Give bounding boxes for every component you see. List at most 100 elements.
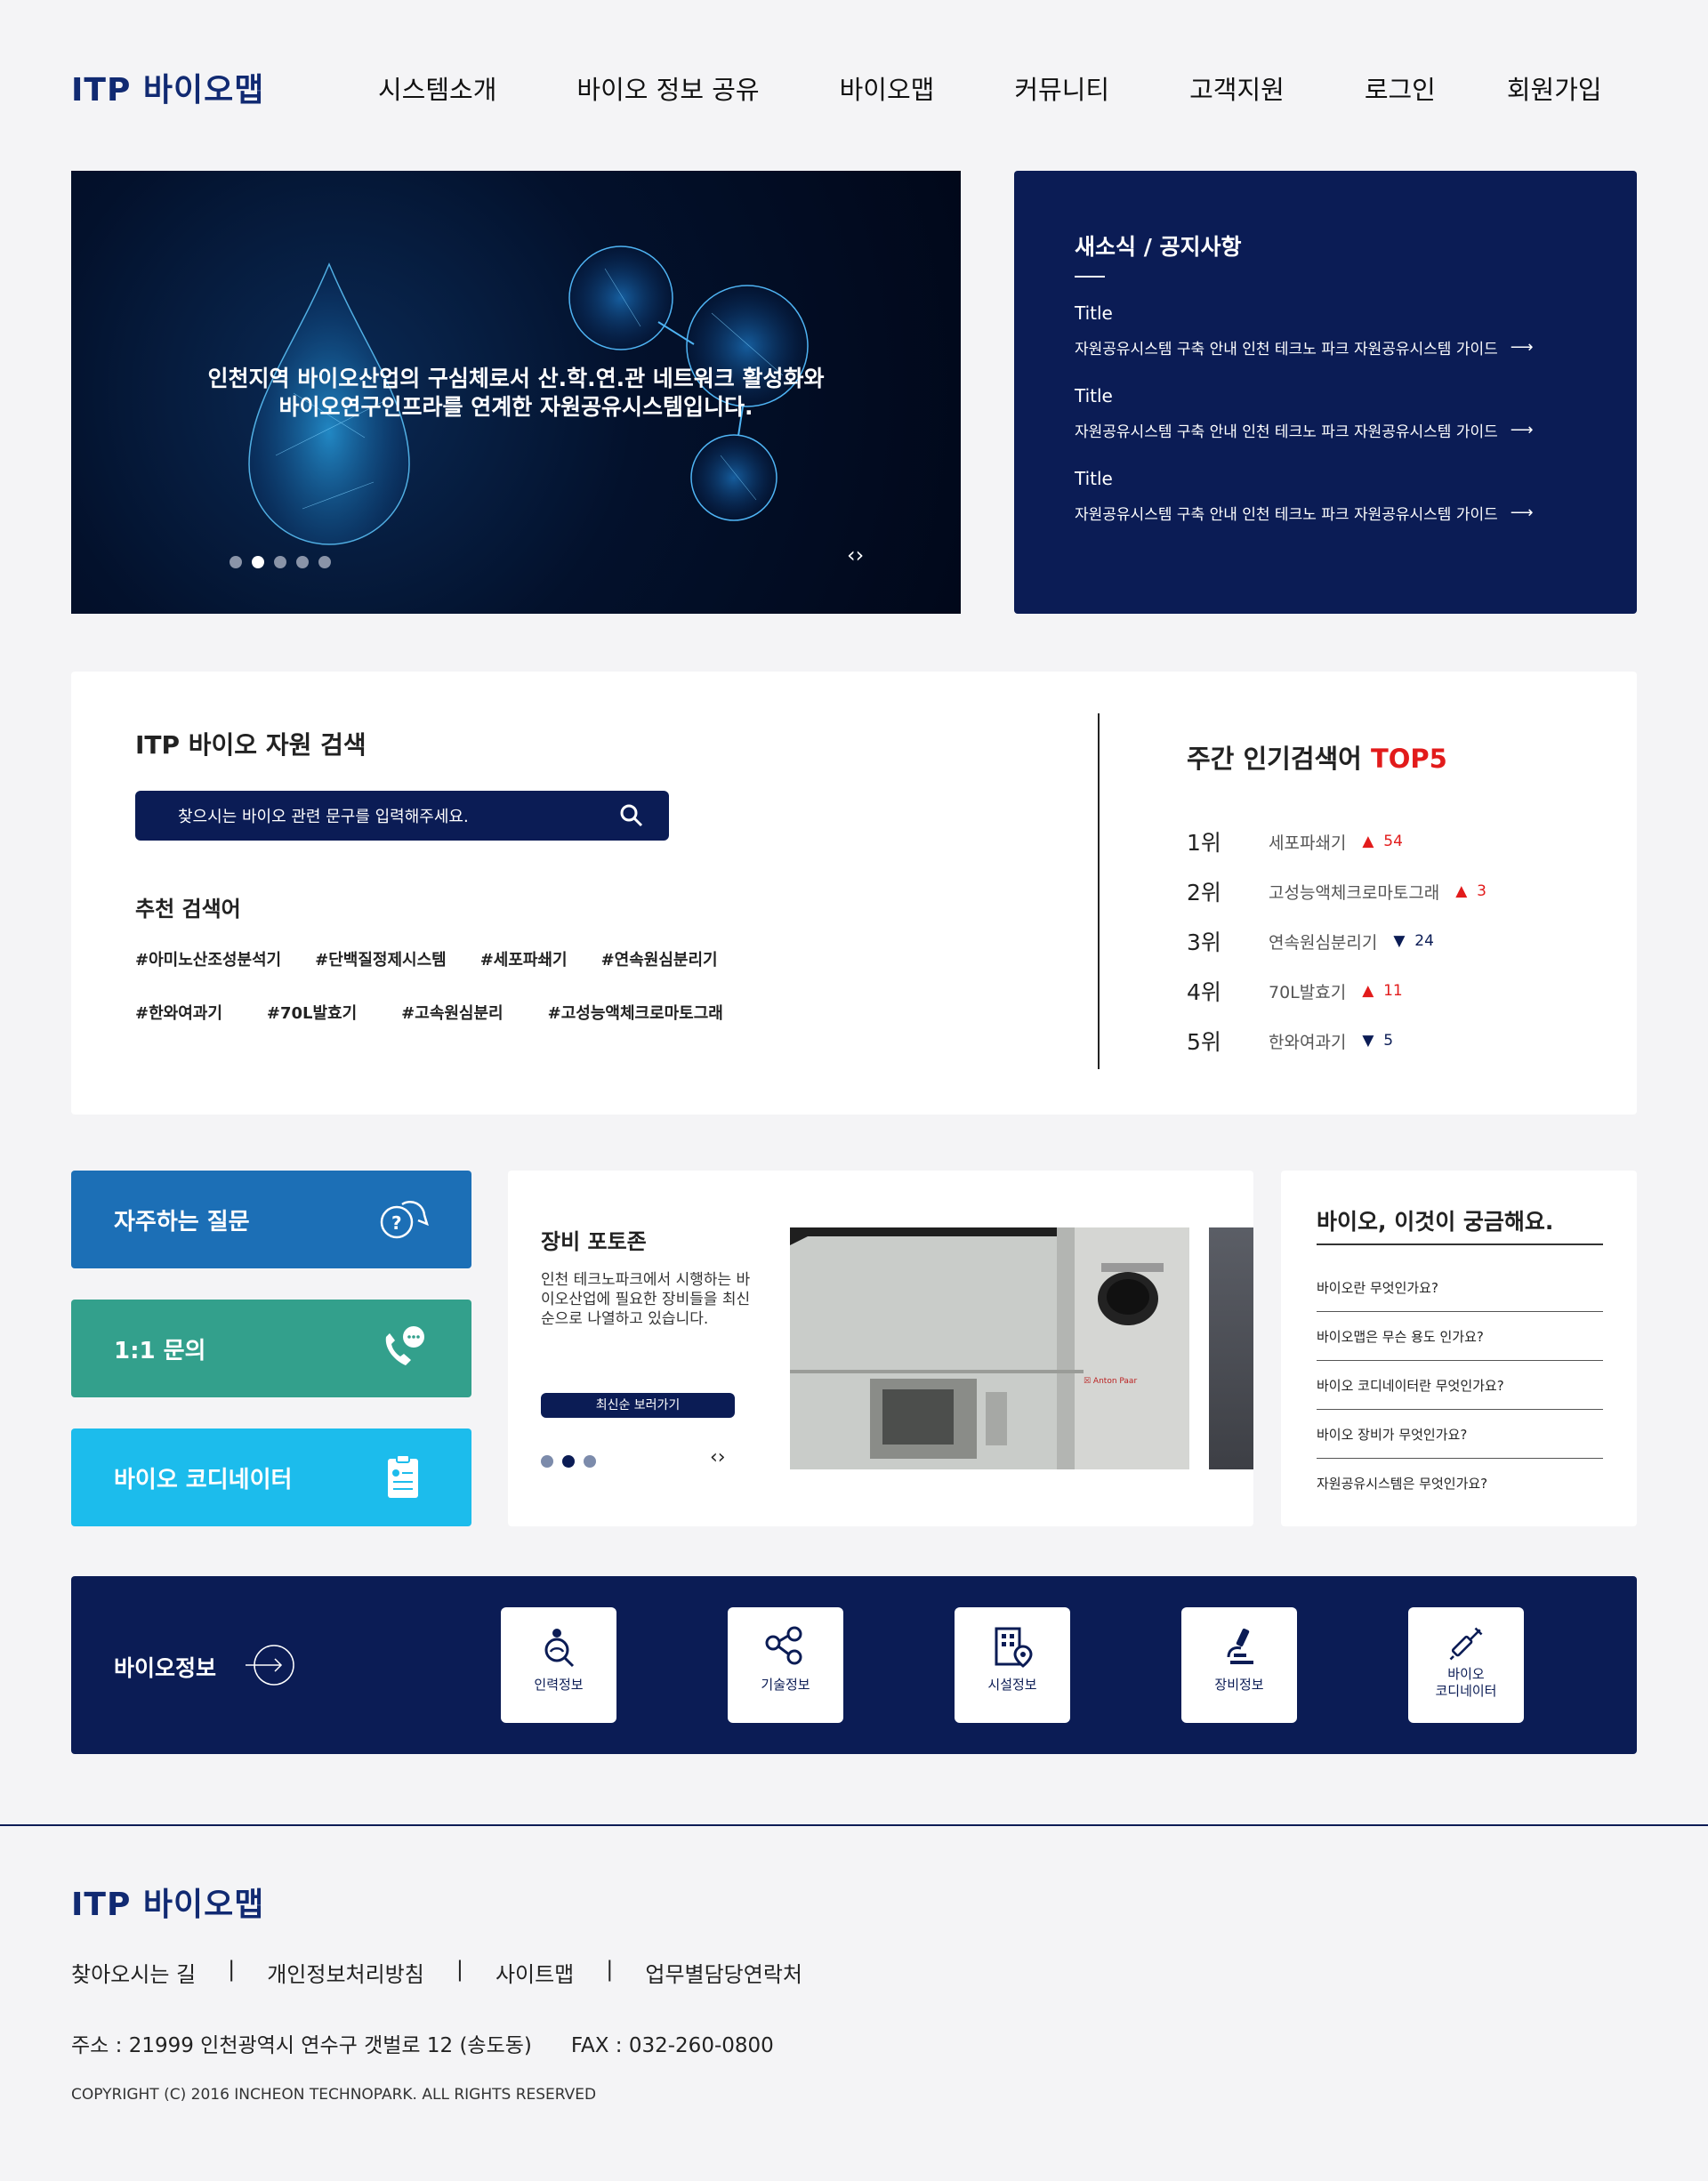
hero-dot-4[interactable] [296,556,309,568]
nav-community[interactable]: 커뮤니티 [1014,69,1109,107]
tag[interactable]: #70L발효기 [267,1001,357,1024]
nav-bio-info-share[interactable]: 바이오 정보 공유 [576,69,759,107]
building-location-icon [995,1627,1033,1668]
rank-word: 연속원심분리기 [1269,932,1378,953]
rank-word: 세포파쇄기 [1269,833,1347,853]
equipment-illustration: ☒ Anton Paar [790,1227,1189,1469]
rank-row[interactable]: 1위 세포파쇄기 ▲ 54 [1187,817,1486,866]
search-placeholder: 찾으시는 바이오 관련 문구를 입력해주세요. [178,808,469,826]
bio-info-label: 바이오정보 [114,1655,217,1681]
address-text: 주소 : 21999 인천광역시 연수구 갯벌로 12 (송도동) [71,2034,532,2057]
tile-personnel[interactable]: 인력정보 [501,1607,616,1723]
rank-change-value: 3 [1477,882,1486,900]
tile-coordinator[interactable]: 바이오 코디네이터 [1408,1607,1524,1723]
arrow-circle-icon[interactable] [246,1640,295,1690]
news-item[interactable]: Title 자원공유시스템 구축 안내 인천 테크노 파크 자원공유시스템 가이… [1075,468,1576,524]
equipment-photo[interactable]: ☒ Anton Paar [790,1227,1189,1469]
svg-text:☒ Anton Paar: ☒ Anton Paar [1084,1377,1137,1386]
equipment-prev-next-arrows[interactable]: ‹› [710,1446,726,1469]
footer-address: 주소 : 21999 인천광역시 연수구 갯벌로 12 (송도동) FAX : 0… [71,2028,774,2058]
news-title: 새소식 / 공지사항 [1075,234,1242,260]
bio-faq-list: 바이오란 무엇인가요? 바이오맵은 무슨 용도 인가요? 바이오 코디네이터란 … [1317,1263,1603,1507]
arrow-up-icon: ▲ [1362,982,1374,1000]
news-item[interactable]: Title 자원공유시스템 구축 안내 인천 테크노 파크 자원공유시스템 가이… [1075,385,1576,441]
tile-label: 인력정보 [534,1677,584,1693]
top5-title: 주간 인기검색어 TOP5 [1187,738,1447,776]
rank-number: 1위 [1187,830,1221,856]
footer-link-directions[interactable]: 찾아오시는 길 [71,1957,196,1988]
hero-dot-1[interactable] [230,556,242,568]
hero-dot-3[interactable] [274,556,286,568]
footer-link-contacts[interactable]: 업무별담당연락처 [645,1957,802,1988]
arrow-right-icon: ⟶ [1510,338,1534,357]
nav-support[interactable]: 고객지원 [1189,69,1285,107]
tile-technology[interactable]: 기술정보 [728,1607,843,1723]
equipment-dot-2[interactable] [562,1455,575,1468]
arrow-down-icon: ▼ [1362,1032,1374,1050]
svg-text:?: ? [391,1212,402,1234]
search-input[interactable]: 찾으시는 바이오 관련 문구를 입력해주세요. [135,791,669,841]
fax-text: FAX : 032-260-0800 [570,2034,774,2057]
tag[interactable]: #고성능액체크로마토그래 [548,1001,723,1024]
latest-button[interactable]: 최신순 보러가기 [541,1393,735,1418]
rank-number: 4위 [1187,979,1221,1005]
rank-word: 70L발효기 [1269,982,1347,1002]
equipment-dot-3[interactable] [584,1455,596,1468]
faq-button[interactable]: 자주하는 질문 ? [71,1171,471,1268]
rank-row[interactable]: 4위 70L발효기 ▲ 11 [1187,966,1486,1016]
rank-number: 5위 [1187,1029,1221,1055]
hero-dot-5[interactable] [318,556,331,568]
hero-line-2: 바이오연구인프라를 연계한 자원공유시스템입니다. [278,394,753,420]
coordinator-label: 바이오 코디네이터 [114,1466,293,1493]
tag[interactable]: #세포파쇄기 [480,947,568,970]
tag[interactable]: #연속원심분리기 [601,947,718,970]
bio-faq-item[interactable]: 바이오맵은 무슨 용도 인가요? [1317,1312,1603,1361]
tag[interactable]: #단백질정제시스템 [315,947,447,970]
nav-biomap[interactable]: 바이오맵 [840,69,935,107]
hero-prev-next-arrows[interactable]: ‹› [847,543,864,567]
search-icon[interactable] [619,803,644,828]
bio-faq-item[interactable]: 자원공유시스템은 무엇인가요? [1317,1459,1603,1507]
nav-login[interactable]: 로그인 [1365,69,1436,107]
recommended-title: 추천 검색어 [135,897,241,921]
footer-link-privacy[interactable]: 개인정보처리방침 [267,1957,424,1988]
hero-dot-2[interactable] [252,556,264,568]
arrow-up-icon: ▲ [1455,882,1468,900]
tag[interactable]: #아미노산조성분석기 [135,947,281,970]
footer-links: 찾아오시는 길 | 개인정보처리방침 | 사이트맵 | 업무별담당연락처 [71,1957,802,1988]
rank-change-value: 54 [1383,833,1403,850]
tile-facility[interactable]: 시설정보 [955,1607,1070,1723]
faq-label: 자주하는 질문 [114,1208,250,1235]
news-item-desc: 자원공유시스템 구축 안내 인천 테크노 파크 자원공유시스템 가이드 [1075,341,1498,358]
nav-signup[interactable]: 회원가입 [1507,69,1602,107]
chat-question-icon: ? [380,1200,429,1239]
rank-change: ▲ 11 [1362,982,1403,1000]
tag[interactable]: #고속원심분리 [401,1001,503,1024]
news-item[interactable]: Title 자원공유시스템 구축 안내 인천 테크노 파크 자원공유시스템 가이… [1075,302,1576,358]
top5-title-text: 주간 인기검색어 [1187,744,1362,774]
rank-row[interactable]: 3위 연속원심분리기 ▼ 24 [1187,916,1486,966]
arrow-down-icon: ▼ [1393,932,1406,950]
inquiry-button[interactable]: 1:1 문의 [71,1300,471,1397]
rank-row[interactable]: 5위 한와여과기 ▼ 5 [1187,1016,1486,1066]
tile-label: 시설정보 [987,1677,1037,1693]
footer-link-sitemap[interactable]: 사이트맵 [495,1957,574,1988]
bio-faq-item[interactable]: 바이오 코디네이터란 무엇인가요? [1317,1361,1603,1410]
bio-faq-item[interactable]: 바이오 장비가 무엇인가요? [1317,1410,1603,1459]
rank-change: ▲ 54 [1362,833,1403,850]
equipment-photo-next[interactable] [1209,1227,1253,1469]
rank-row[interactable]: 2위 고성능액체크로마토그래 ▲ 3 [1187,866,1486,916]
coordinator-button[interactable]: 바이오 코디네이터 [71,1429,471,1526]
nav-system-intro[interactable]: 시스템소개 [378,69,496,107]
footer-separator: | [228,1957,236,1982]
footer-logo[interactable]: ITP 바이오맵 [71,1879,264,1925]
hero-line-1: 인천지역 바이오산업의 구심체로서 산.학.연.관 네트워크 활성화와 [207,366,825,391]
person-search-icon [544,1629,575,1668]
site-logo[interactable]: ITP 바이오맵 [71,64,264,110]
tag[interactable]: #한와여과기 [135,1001,222,1024]
arrow-up-icon: ▲ [1362,833,1374,850]
rank-word: 한와여과기 [1269,1032,1347,1052]
tile-equipment[interactable]: 장비정보 [1181,1607,1297,1723]
equipment-dot-1[interactable] [541,1455,553,1468]
bio-faq-item[interactable]: 바이오란 무엇인가요? [1317,1263,1603,1312]
